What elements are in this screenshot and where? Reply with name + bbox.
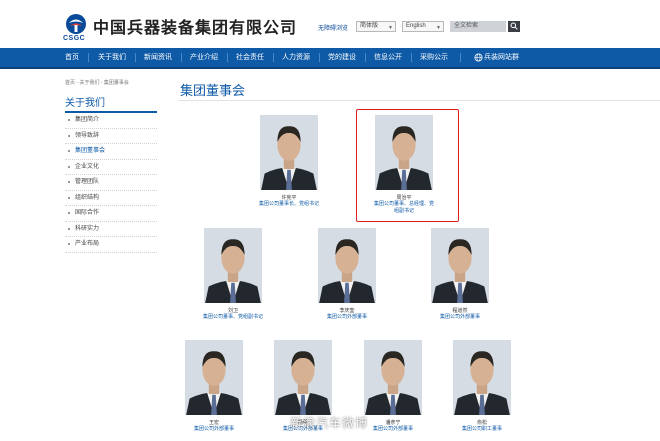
globe-icon (474, 53, 483, 62)
chevron-down-icon: ▼ (436, 25, 441, 31)
site-header: CSGC 中国兵器装备集团有限公司 无障碍浏览 简体版 ▼ English ▼ … (0, 0, 660, 48)
main-nav: 首页 关于我们 新闻资讯 产业介绍 社会责任 人力资源 党的建设 信息公开 采购… (0, 48, 660, 69)
member-card[interactable]: 俞松 集团公司职工董事 (450, 340, 514, 440)
member-card[interactable]: 程道然 集团公司外部董事 (428, 228, 492, 336)
nav-divider (319, 53, 320, 62)
nav-divider (273, 53, 274, 62)
member-role: 集团公司董事、党组副书记 (202, 314, 263, 320)
member-name: 王宏 (208, 420, 219, 426)
title-divider (178, 100, 660, 101)
company-name[interactable]: 中国兵器装备集团有限公司 (93, 14, 297, 38)
search-icon (510, 22, 518, 30)
member-role: 集团公司外部董事 (372, 426, 413, 432)
logo-abbreviation: CSGC (63, 35, 86, 42)
member-photo (375, 115, 433, 190)
accessibility-link[interactable]: 无障碍浏览 (318, 23, 348, 32)
member-role: 集团公司外部董事 (439, 314, 480, 320)
member-card[interactable]: 李庆奎 集团公司外部董事 (315, 228, 379, 336)
nav-item-home[interactable]: 首页 (58, 48, 86, 67)
portrait-photo (453, 340, 511, 415)
sidebar: 关于我们 集团简介 领导致辞 集团董事会 企业文化 管理团队 组织结构 国际合作… (65, 96, 157, 253)
member-card[interactable]: 王宏 集团公司外部董事 (182, 340, 246, 440)
member-card[interactable]: 许宪平 集团公司董事长、党组书记 (258, 115, 320, 223)
nav-item-party[interactable]: 党的建设 (322, 48, 362, 67)
member-card[interactable]: 潘彦宁 集团公司外部董事 (361, 340, 425, 440)
member-role: 集团公司董事长、党组书记 (258, 201, 319, 207)
sidebar-item-layout[interactable]: 产业布局 (65, 237, 157, 253)
member-name: 周治平 (396, 195, 412, 201)
nav-divider (88, 53, 89, 62)
search-button[interactable] (508, 21, 520, 32)
search-input[interactable]: 全文检索 (450, 21, 506, 32)
page-title: 集团董事会 (180, 83, 246, 98)
nav-divider (365, 53, 366, 62)
language-select[interactable]: English ▼ (402, 21, 444, 32)
portrait-photo (185, 340, 243, 415)
member-name: 程道然 (452, 308, 468, 314)
portrait-photo (431, 228, 489, 303)
nav-divider (181, 53, 182, 62)
sidebar-item-management[interactable]: 管理团队 (65, 175, 157, 191)
chevron-down-icon: ▼ (388, 25, 393, 31)
portrait-photo (318, 228, 376, 303)
version-select-value: 简体版 (360, 23, 379, 29)
member-photo (364, 340, 422, 415)
version-select[interactable]: 简体版 ▼ (356, 21, 396, 32)
member-role: 集团公司董事、总经理、党组副书记 (373, 201, 434, 214)
nav-item-hr[interactable]: 人力资源 (276, 48, 316, 67)
nav-item-social-responsibility[interactable]: 社会责任 (230, 48, 270, 67)
nav-item-about[interactable]: 关于我们 (92, 48, 132, 67)
member-name: 潘彦宁 (385, 420, 401, 426)
portrait-photo (274, 340, 332, 415)
nav-item-procurement[interactable]: 采购公示 (414, 48, 454, 67)
sidebar-item-board[interactable]: 集团董事会 (65, 144, 157, 160)
member-photo (204, 228, 262, 303)
member-name: 许宪平 (281, 195, 297, 201)
member-role: 集团公司外部董事 (326, 314, 367, 320)
member-card[interactable]: 周治平 集团公司董事、总经理、党组副书记 (372, 115, 436, 223)
sidebar-item-international[interactable]: 国际合作 (65, 206, 157, 222)
sidebar-item-culture[interactable]: 企业文化 (65, 160, 157, 175)
member-photo (274, 340, 332, 415)
weibo-watermark: 新浪汽车微博 (290, 416, 369, 430)
sidebar-title: 关于我们 (65, 96, 157, 113)
member-photo (318, 228, 376, 303)
member-name: 刘卫 (227, 308, 238, 314)
portrait-photo (204, 228, 262, 303)
portrait-photo (364, 340, 422, 415)
member-card[interactable]: 刘卫 集团公司董事、党组副书记 (201, 228, 265, 336)
nav-item-industry[interactable]: 产业介绍 (184, 48, 224, 67)
csgc-logo-icon[interactable] (64, 12, 88, 36)
sidebar-item-structure[interactable]: 组织结构 (65, 191, 157, 206)
nav-divider (227, 53, 228, 62)
portrait-photo (260, 115, 318, 190)
nav-divider (411, 53, 412, 62)
member-photo (431, 228, 489, 303)
nav-item-site-group[interactable]: 兵装网站群 (484, 48, 524, 67)
nav-item-news[interactable]: 新闻资讯 (138, 48, 178, 67)
nav-divider (135, 53, 136, 62)
member-photo (453, 340, 511, 415)
nav-divider (460, 53, 461, 62)
member-photo (185, 340, 243, 415)
member-role: 集团公司职工董事 (461, 426, 502, 432)
portrait-photo (375, 115, 433, 190)
member-name: 李庆奎 (339, 308, 355, 314)
breadcrumb[interactable]: 首页 - 关于我们 - 集团董事会 (65, 79, 129, 86)
sidebar-item-leader-speech[interactable]: 领导致辞 (65, 129, 157, 144)
member-photo (260, 115, 318, 190)
member-name: 俞松 (476, 420, 487, 426)
sidebar-item-intro[interactable]: 集团简介 (65, 113, 157, 129)
sidebar-item-research[interactable]: 科研实力 (65, 222, 157, 237)
member-role: 集团公司外部董事 (193, 426, 234, 432)
search-placeholder: 全文检索 (454, 23, 479, 29)
language-select-value: English (406, 23, 426, 29)
nav-item-disclosure[interactable]: 信息公开 (368, 48, 408, 67)
